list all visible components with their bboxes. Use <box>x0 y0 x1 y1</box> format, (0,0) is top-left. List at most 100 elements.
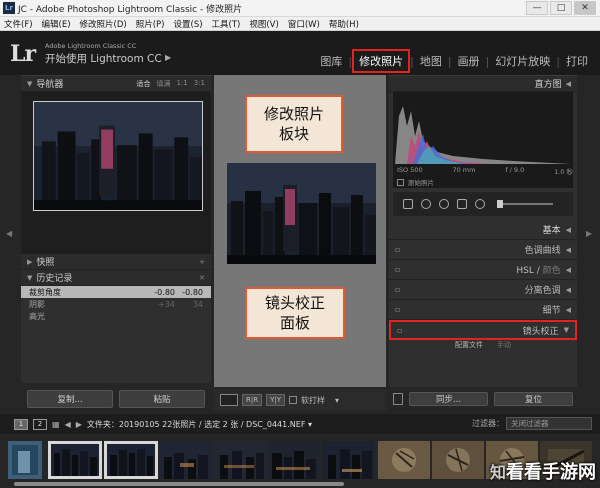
module-map[interactable]: 地图 <box>414 53 448 69</box>
filmstrip-thumbnail[interactable] <box>432 441 484 479</box>
paste-settings-button[interactable]: 粘贴 <box>119 390 205 408</box>
histogram-header[interactable]: 直方图 ◀ <box>389 76 577 92</box>
play-arrow-icon[interactable]: ▶ <box>165 53 171 62</box>
left-panel-toggle-icon[interactable]: ◀ <box>6 229 12 238</box>
module-book[interactable]: 画册 <box>452 53 486 69</box>
panel-basic[interactable]: 基本 ◀ <box>389 220 577 240</box>
filter-dropdown[interactable]: 关闭过滤器 <box>506 417 592 430</box>
right-panel-toggle-icon[interactable]: ▶ <box>586 229 592 238</box>
zoom-fill[interactable]: 填满 <box>156 79 170 89</box>
red-eye-tool-icon[interactable] <box>439 199 449 209</box>
module-library[interactable]: 图库 <box>314 53 348 69</box>
panel-detail-label: 细节 <box>542 306 561 316</box>
before-after-icon[interactable]: R|R <box>242 394 263 406</box>
sync-button[interactable]: 同步... <box>409 392 488 406</box>
close-button[interactable]: ✕ <box>574 1 596 15</box>
panel-split-toning[interactable]: ▫ 分离色调 ◀ <box>389 280 577 300</box>
panel-hsl[interactable]: ▫ HSL / 颜色 ◀ <box>389 260 577 280</box>
crop-tool-icon[interactable] <box>403 199 413 209</box>
secondary-window-button[interactable]: 2 <box>33 418 47 430</box>
auto-sync-switch-icon[interactable] <box>393 393 403 405</box>
panel-tone-curve[interactable]: ▫ 色调曲线 ◀ <box>389 240 577 260</box>
module-develop[interactable]: 修改照片 <box>352 49 411 73</box>
panel-switch-icon[interactable]: ▫ <box>395 305 400 314</box>
module-slideshow[interactable]: 幻灯片放映 <box>489 53 556 69</box>
panel-detail[interactable]: ▫ 细节 ◀ <box>389 300 577 320</box>
spot-removal-tool-icon[interactable] <box>421 199 431 209</box>
zoom-3-1[interactable]: 3:1 <box>194 79 205 89</box>
snapshots-header[interactable]: ▶ 快照 + <box>21 254 211 270</box>
panel-switch-icon[interactable]: ▫ <box>395 265 400 274</box>
original-photo-checkbox[interactable] <box>397 178 404 186</box>
history-item-change: +34 <box>158 299 175 309</box>
develop-toolbar: R|R Y|Y 软打样 ▾ <box>214 389 386 411</box>
expand-triangle-icon: ▶ <box>27 257 33 266</box>
filmstrip-thumbnail-selected[interactable] <box>104 441 158 479</box>
expand-triangle-icon: ▼ <box>563 326 569 334</box>
history-item-change: -0.80 <box>154 287 175 297</box>
menu-photo[interactable]: 照片(P) <box>136 18 165 30</box>
filmstrip-thumbnail[interactable] <box>8 441 42 479</box>
menu-edit[interactable]: 编辑(E) <box>42 18 71 30</box>
minimize-button[interactable]: — <box>526 1 548 15</box>
menu-develop[interactable]: 修改照片(D) <box>80 18 127 30</box>
menu-view[interactable]: 视图(V) <box>249 18 278 30</box>
menu-bar: 文件(F) 编辑(E) 修改照片(D) 照片(P) 设置(S) 工具(T) 视图… <box>0 17 600 31</box>
graduated-filter-icon[interactable] <box>457 199 467 209</box>
filmstrip-thumbnail[interactable] <box>322 441 374 479</box>
panel-switch-icon[interactable]: ▫ <box>395 285 400 294</box>
main-window-button[interactable]: 1 <box>14 418 28 430</box>
loupe-view-icon[interactable] <box>220 394 238 406</box>
site-watermark: 知看看手游网 <box>490 458 596 484</box>
tab-profile[interactable]: 配置文件 <box>455 340 483 352</box>
clear-history-icon[interactable]: ✕ <box>199 274 205 282</box>
adjustment-brush-slider[interactable] <box>497 200 553 208</box>
navigator-title: 导航器 <box>36 80 64 90</box>
brand-title[interactable]: 开始使用 Lightroom CC <box>45 51 162 66</box>
reset-button[interactable]: 复位 <box>494 392 573 406</box>
history-item[interactable]: 裁剪角度 -0.80 -0.80 <box>21 286 211 298</box>
color-label: 颜色 <box>542 266 561 276</box>
softproof-checkbox[interactable] <box>289 396 298 404</box>
radial-filter-icon[interactable] <box>475 199 485 209</box>
zoom-fit[interactable]: 适合 <box>136 79 150 89</box>
grid-icon[interactable]: ▦ <box>52 420 60 429</box>
navigator-header[interactable]: ▼ 导航器 适合 填满 1:1 3:1 <box>21 76 211 92</box>
toolbar-menu-chevron-icon[interactable]: ▾ <box>335 396 339 405</box>
panel-switch-icon[interactable]: ▫ <box>397 326 402 335</box>
filmstrip-thumbnail[interactable] <box>160 441 212 479</box>
filter-label: 过滤器： <box>472 419 504 428</box>
history-item[interactable]: 高光 <box>21 310 211 322</box>
navigator-thumbnail[interactable] <box>33 101 203 211</box>
menu-help[interactable]: 帮助(H) <box>329 18 359 30</box>
filmstrip-thumbnail[interactable] <box>214 441 266 479</box>
filmstrip-thumbnail-selected[interactable] <box>48 441 102 479</box>
history-header[interactable]: ▼ 历史记录 ✕ <box>21 270 211 286</box>
maximize-button[interactable]: □ <box>550 1 572 15</box>
callout-line: 面板 <box>279 314 310 332</box>
menu-window[interactable]: 窗口(W) <box>288 18 320 30</box>
history-item[interactable]: 阴影 +34 34 <box>21 298 211 310</box>
panel-lens-corrections[interactable]: ▫ 镜头校正 ▼ <box>389 320 577 340</box>
filmstrip-thumbnail[interactable] <box>268 441 320 479</box>
histogram: ISO 500 70 mm f / 9.0 1.0 秒 原始照片 <box>393 92 573 188</box>
menu-file[interactable]: 文件(F) <box>4 18 33 30</box>
filmstrip-thumbnail[interactable] <box>378 441 430 479</box>
zoom-1-1[interactable]: 1:1 <box>176 79 187 89</box>
tab-manual[interactable]: 手动 <box>497 340 511 352</box>
forward-arrow-icon[interactable]: ▶ <box>76 420 82 429</box>
original-photo-toggle[interactable]: 原始照片 <box>397 177 434 187</box>
menu-tools[interactable]: 工具(T) <box>212 18 241 30</box>
histogram-graph[interactable] <box>393 96 573 166</box>
callout-line: 镜头校正 <box>264 294 325 312</box>
menu-settings[interactable]: 设置(S) <box>174 18 203 30</box>
module-print[interactable]: 打印 <box>560 53 594 69</box>
copy-settings-button[interactable]: 复制... <box>27 390 113 408</box>
source-path[interactable]: 文件夹：20190105 22张照片 / 选定 2 张 / DSC_0441.N… <box>87 419 312 430</box>
filmstrip-scrollbar[interactable] <box>14 482 344 486</box>
back-arrow-icon[interactable]: ◀ <box>65 420 71 429</box>
main-photo[interactable] <box>227 163 376 264</box>
add-snapshot-icon[interactable]: + <box>199 258 205 266</box>
panel-switch-icon[interactable]: ▫ <box>395 245 400 254</box>
before-after-swap-icon[interactable]: Y|Y <box>266 394 286 406</box>
